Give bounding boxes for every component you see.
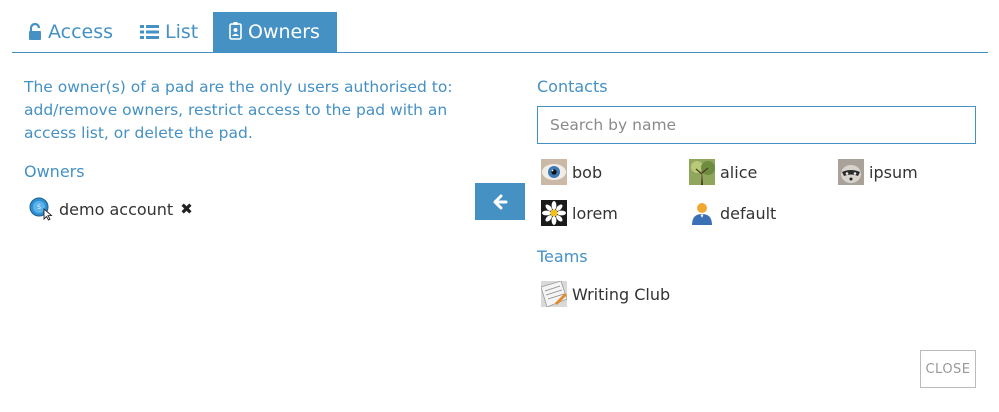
contacts-section-title: Contacts [537,77,608,96]
demo-account-avatar: S [29,197,53,221]
contact-name: alice [720,162,758,182]
id-badge-icon [229,22,242,40]
unlock-icon [29,22,41,40]
team-item-writing-club[interactable]: Writing Club [541,281,670,307]
team-avatar [541,281,567,307]
tab-access[interactable]: Access [26,12,115,52]
owners-description: The owner(s) of a pad are the only users… [24,78,453,142]
owners-section-title: Owners [24,162,85,181]
contact-item-ipsum[interactable]: ipsum [838,159,918,185]
list-icon [140,25,159,39]
tab-bar: Access List Owners [12,12,988,53]
search-input[interactable] [537,106,976,144]
contact-item-bob[interactable]: bob [541,159,602,185]
tab-access-label: Access [48,21,114,43]
contact-name: bob [572,162,603,182]
tab-list[interactable]: List [138,12,200,52]
tab-owners-label: Owners [248,21,320,43]
daisy-avatar [541,200,567,226]
add-owner-button[interactable] [475,183,525,220]
eye-avatar [541,159,567,185]
contact-item-default[interactable]: default [689,200,776,226]
svg-text:S: S [37,204,41,211]
teams-section-title: Teams [537,247,588,266]
arrow-left-icon [493,194,508,209]
raccoon-avatar [838,159,864,185]
contact-item-alice[interactable]: alice [689,159,757,185]
contact-name: ipsum [869,162,918,182]
tree-avatar [689,159,715,185]
tab-list-label: List [165,21,199,43]
team-name: Writing Club [572,284,671,304]
contact-item-lorem[interactable]: lorem [541,200,618,226]
owner-name: demo account [59,199,174,219]
tab-owners[interactable]: Owners [213,12,337,52]
default-user-avatar [689,200,715,226]
contact-name: default [720,203,777,223]
close-button[interactable]: CLOSE [920,350,976,388]
contact-name: lorem [572,203,618,223]
remove-icon[interactable]: ✖ [180,200,193,218]
owner-item: S demo account ✖ [29,197,193,221]
